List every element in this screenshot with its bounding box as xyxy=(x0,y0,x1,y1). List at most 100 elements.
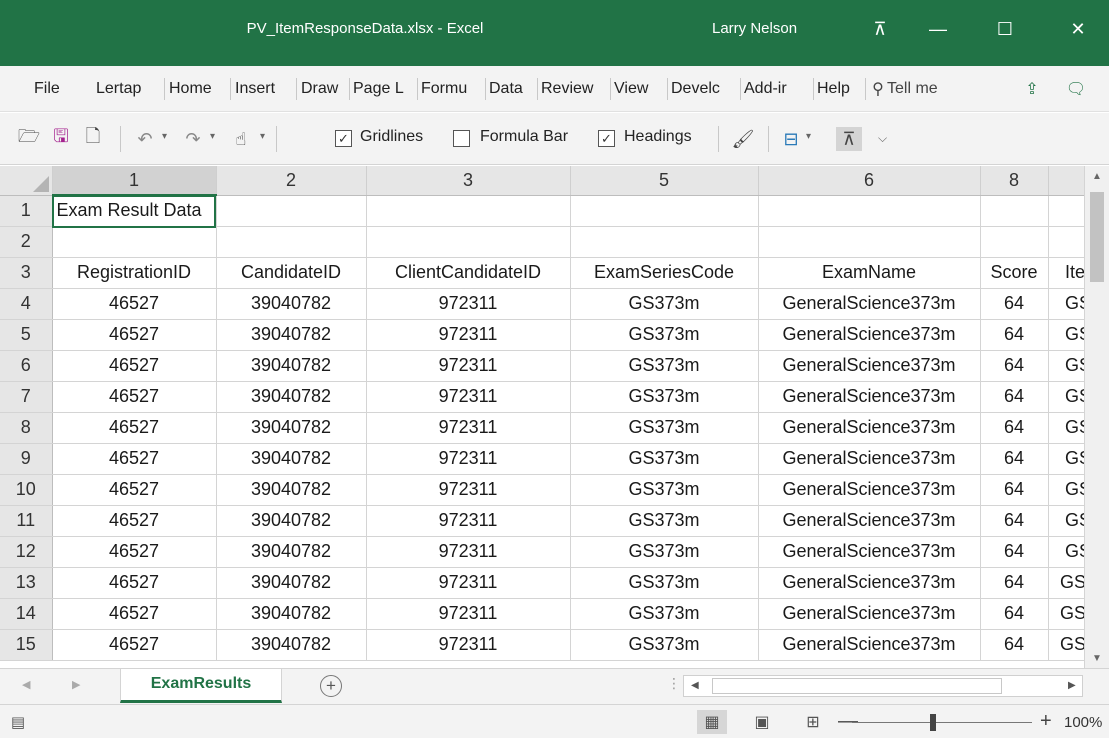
cell[interactable]: 64 xyxy=(980,350,1049,382)
column-header[interactable]: 2 xyxy=(216,166,367,196)
cell[interactable]: 972311 xyxy=(366,381,571,413)
cell[interactable]: 39040782 xyxy=(216,567,367,599)
cell[interactable]: GeneralScience373m xyxy=(758,319,981,351)
tab-help[interactable]: Help xyxy=(817,76,859,102)
scroll-down-icon[interactable]: ▼ xyxy=(1085,648,1109,668)
column-header[interactable]: 1 xyxy=(52,166,217,196)
cell[interactable]: 46527 xyxy=(52,629,217,661)
tab-developer[interactable]: Develc xyxy=(671,76,737,102)
cell[interactable]: 39040782 xyxy=(216,319,367,351)
cell[interactable]: Exam Result Data xyxy=(52,195,217,227)
cell[interactable]: CandidateID xyxy=(216,257,367,289)
cell[interactable]: 64 xyxy=(980,598,1049,630)
row-header[interactable]: 2 xyxy=(0,226,53,258)
tell-me-search[interactable]: Tell me xyxy=(887,76,938,102)
cell[interactable]: Score xyxy=(980,257,1049,289)
tab-data[interactable]: Data xyxy=(489,76,535,102)
cell[interactable]: GeneralScience373m xyxy=(758,350,981,382)
row-header[interactable]: 14 xyxy=(0,598,53,630)
tab-review[interactable]: Review xyxy=(541,76,607,102)
zoom-in-button[interactable]: + xyxy=(1040,710,1052,733)
column-header[interactable]: 6 xyxy=(758,166,981,196)
cell[interactable]: 46527 xyxy=(52,567,217,599)
row-header[interactable]: 10 xyxy=(0,474,53,506)
tab-insert[interactable]: Insert xyxy=(235,76,293,102)
cell[interactable]: 64 xyxy=(980,629,1049,661)
cell[interactable]: GeneralScience373m xyxy=(758,505,981,537)
tab-draw[interactable]: Draw xyxy=(301,76,347,102)
touch-mode-icon[interactable]: ☝ xyxy=(228,127,254,151)
save-icon[interactable]: 🖫 xyxy=(48,126,74,151)
vertical-scroll-thumb[interactable] xyxy=(1090,192,1104,282)
close-button[interactable]: ✕ xyxy=(1060,14,1096,44)
cell[interactable]: 46527 xyxy=(52,350,217,382)
redo-icon[interactable]: ↷ xyxy=(180,127,206,151)
cell[interactable]: 972311 xyxy=(366,567,571,599)
cell[interactable]: GS373m xyxy=(570,319,759,351)
row-header[interactable]: 5 xyxy=(0,319,53,351)
undo-dropdown-icon[interactable]: ▾ xyxy=(162,131,167,142)
tab-view[interactable]: View xyxy=(614,76,664,102)
cell[interactable]: GS373m xyxy=(570,350,759,382)
row-header[interactable]: 15 xyxy=(0,629,53,661)
cell[interactable]: GS373m xyxy=(570,412,759,444)
macro-dropdown-icon[interactable]: ▾ xyxy=(806,131,811,142)
redo-dropdown-icon[interactable]: ▾ xyxy=(210,131,215,142)
comments-icon[interactable]: 🗨 xyxy=(1064,77,1088,101)
cell[interactable]: 46527 xyxy=(52,412,217,444)
cell[interactable] xyxy=(980,195,1049,227)
cell[interactable]: 64 xyxy=(980,567,1049,599)
customize-toolbar-icon[interactable]: ⌵ xyxy=(878,131,887,146)
open-folder-icon[interactable]: 🗁 xyxy=(16,126,42,151)
cell[interactable]: GeneralScience373m xyxy=(758,381,981,413)
cell[interactable]: 64 xyxy=(980,536,1049,568)
cell[interactable]: 972311 xyxy=(366,474,571,506)
cell[interactable]: 39040782 xyxy=(216,350,367,382)
cell[interactable]: 972311 xyxy=(366,629,571,661)
cell[interactable]: GS373m xyxy=(570,536,759,568)
select-all-corner[interactable] xyxy=(0,166,53,196)
ribbon-display-options-icon[interactable]: ⊼ xyxy=(862,14,898,44)
touch-mode-dropdown-icon[interactable]: ▾ xyxy=(260,131,265,142)
horizontal-scroll-thumb[interactable] xyxy=(712,678,1002,694)
cell[interactable]: 64 xyxy=(980,505,1049,537)
row-header[interactable]: 11 xyxy=(0,505,53,537)
row-header[interactable]: 6 xyxy=(0,350,53,382)
cell[interactable]: 46527 xyxy=(52,381,217,413)
formula-bar-checkbox[interactable] xyxy=(453,130,470,147)
cell[interactable]: ClientCandidateID xyxy=(366,257,571,289)
cell[interactable] xyxy=(366,226,571,258)
cell[interactable]: 46527 xyxy=(52,505,217,537)
user-name[interactable]: Larry Nelson xyxy=(712,20,797,37)
cell[interactable]: 39040782 xyxy=(216,536,367,568)
page-layout-view-icon[interactable]: ▣ xyxy=(747,710,777,734)
macro-icon[interactable]: ⊟ xyxy=(778,127,804,151)
cell[interactable] xyxy=(758,226,981,258)
cell[interactable] xyxy=(216,195,367,227)
row-header[interactable]: 4 xyxy=(0,288,53,320)
cell[interactable] xyxy=(216,226,367,258)
share-icon[interactable]: ⇪ xyxy=(1020,77,1044,101)
cell[interactable]: 972311 xyxy=(366,598,571,630)
cell[interactable]: 39040782 xyxy=(216,412,367,444)
cell[interactable]: RegistrationID xyxy=(52,257,217,289)
cell[interactable]: GS373m xyxy=(570,598,759,630)
cell[interactable]: ExamName xyxy=(758,257,981,289)
page-break-view-icon[interactable]: ⊞ xyxy=(798,710,828,734)
cell[interactable]: ExamSeriesCode xyxy=(570,257,759,289)
cell[interactable] xyxy=(366,195,571,227)
row-header[interactable]: 1 xyxy=(0,195,53,227)
tab-file[interactable]: File xyxy=(34,76,68,102)
cell[interactable] xyxy=(758,195,981,227)
cell[interactable]: 46527 xyxy=(52,443,217,475)
cell[interactable]: 972311 xyxy=(366,319,571,351)
cell[interactable]: GS373m xyxy=(570,474,759,506)
cell[interactable]: GeneralScience373m xyxy=(758,474,981,506)
cell[interactable]: GS373m xyxy=(570,288,759,320)
tab-home[interactable]: Home xyxy=(169,76,227,102)
gridlines-checkbox[interactable]: ✓ xyxy=(335,130,352,147)
cell[interactable] xyxy=(570,195,759,227)
cell[interactable] xyxy=(570,226,759,258)
cell[interactable]: 972311 xyxy=(366,505,571,537)
undo-icon[interactable]: ↶ xyxy=(132,127,158,151)
